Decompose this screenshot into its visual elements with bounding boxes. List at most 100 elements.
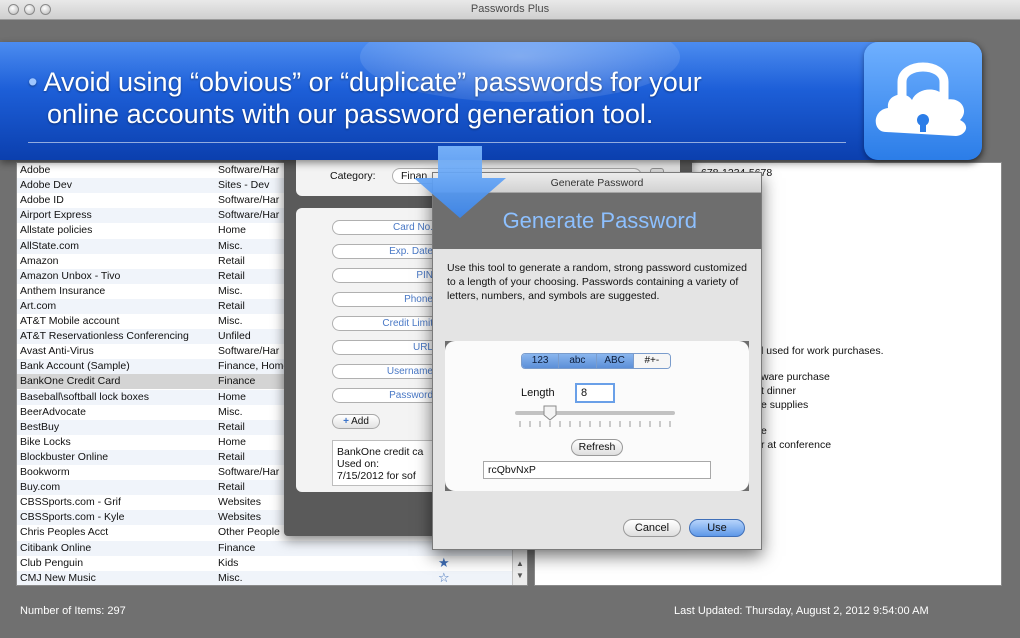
url-field[interactable]: URL [332,340,442,355]
banner-divider [28,142,846,143]
credit-limit-field[interactable]: Credit Limit [332,316,442,331]
generated-password-field[interactable]: rcQbvNxP [483,461,711,479]
list-item-category: Retail [218,481,245,494]
list-item-category: Home [218,224,247,237]
banner-line-2: online accounts with our password genera… [47,99,654,129]
list-item-name: CBSSports.com - Grif [20,496,121,509]
add-field-label: Add [351,416,369,427]
list-item-name: Citibank Online [20,541,92,554]
username-field[interactable]: Username [332,364,442,379]
list-item-name: Amazon [20,254,59,267]
category-label: Category: [330,170,376,182]
length-slider-track[interactable] [515,411,675,415]
list-item-name: Allstate policies [20,224,93,237]
list-item-category: Websites [218,496,261,509]
list-item-name: Blockbuster Online [20,450,109,463]
list-item-name: CBSSports.com - Kyle [20,511,125,524]
list-item-category: Retail [218,450,245,463]
length-slider-knob[interactable] [543,405,557,421]
window-titlebar: Passwords Plus [0,0,1020,20]
segment-numbers[interactable]: 123 [522,354,560,368]
list-item[interactable]: Club Penguin Kids ★ [17,555,513,571]
list-item-name: Bike Locks [20,435,71,448]
list-item-category: Finance, Home [218,360,288,373]
list-item-category: Websites [218,511,261,524]
list-item-name: Anthem Insurance [20,284,106,297]
detail-note-line: e supplies [761,399,809,411]
scroll-down-arrow-icon[interactable]: ▼ [516,571,524,580]
list-item-category: Finance [218,375,256,388]
password-field[interactable]: Password [332,388,442,403]
list-item-name: Baseball\softball lock boxes [20,390,149,403]
down-arrow-icon [414,146,506,218]
banner-line-1: Avoid using “obvious” or “duplicate” pas… [43,67,702,97]
list-item-category: Misc. [218,315,243,327]
promo-banner: • Avoid using “obvious” or “duplicate” pa… [0,42,982,160]
favorite-star-icon[interactable]: ☆ [438,570,450,585]
list-item-category: Software/Har [218,466,280,478]
plus-icon: + [343,416,349,427]
slider-ticks [519,421,671,427]
banner-text: • Avoid using “obvious” or “duplicate” pa… [28,66,848,130]
refresh-button[interactable]: Refresh [571,439,623,456]
list-item-name: Bookworm [20,466,70,478]
use-button[interactable]: Use [689,519,745,537]
list-item-name: Club Penguin [20,556,84,569]
list-item-name: Airport Express [20,209,92,222]
bullet-icon: • [28,67,38,97]
list-item-name: AT&T Reservationless Conferencing [20,330,189,343]
cloud-lock-icon [875,62,967,136]
list-item-name: Avast Anti-Virus [20,345,94,358]
favorite-star-icon[interactable]: ★ [438,555,450,570]
detail-note-line: l used for work purchases. [761,345,884,357]
list-item-category: Retail [218,299,245,312]
list-item-name: AllState.com [20,239,79,252]
exp-date-field[interactable]: Exp. Date [332,244,442,259]
list-item-name: BeerAdvocate [20,405,86,418]
list-item-category: Software/Har [218,164,280,176]
list-item-category: Misc. [218,284,243,297]
list-item-name: Art.com [20,299,57,312]
list-item-category: Finance [218,541,256,554]
segment-uppercase[interactable]: ABC [596,354,634,368]
list-item-category: Other People [218,526,280,539]
list-item-name: Adobe [20,164,51,176]
list-item-category: Misc. [218,571,243,584]
list-item[interactable]: CMJ New Music Misc. ☆ [17,570,513,585]
cancel-button[interactable]: Cancel [623,519,681,537]
scroll-up-arrow-icon[interactable]: ▲ [516,559,524,568]
length-label: Length [521,387,555,399]
length-input[interactable]: 8 [575,383,615,403]
phone-field[interactable]: Phone [332,292,442,307]
list-item-category: Software/Har [218,194,280,207]
list-item-name: CMJ New Music [20,571,96,584]
add-field-button[interactable]: + Add [332,414,380,429]
list-item-name: Amazon Unbox - Tivo [20,269,121,282]
character-set-segmented-control[interactable]: 123 abc ABC #+- [521,353,671,369]
list-item-category: Kids [218,556,239,569]
segment-symbols[interactable]: #+- [633,354,670,368]
detail-note-line: t dinner [761,385,797,397]
list-item-category: Retail [218,254,245,267]
pin-field[interactable]: PIN [332,268,442,283]
window-title: Passwords Plus [470,3,550,15]
list-item-category: Retail [218,269,245,282]
list-item-name: BankOne Credit Card [20,375,121,388]
dialog-options-backdrop: 123 abc ABC #+- Length 8 Refresh rcQbvNx… [445,341,749,491]
list-item-category: Sites - Dev [218,179,270,192]
list-item-category: Home [218,390,247,403]
detail-note-line: r at conference [761,439,832,451]
list-item-category: Home [218,435,247,448]
detail-note-line: ware purchase [761,371,830,383]
segment-lowercase[interactable]: abc [559,354,597,368]
last-updated-status: Last Updated: Thursday, August 2, 2012 9… [674,605,929,617]
dialog-description: Use this tool to generate a random, stro… [447,262,747,302]
card-number-field[interactable]: Card No. [332,220,442,235]
list-item-category: Misc. [218,239,243,252]
list-item-category: Software/Har [218,209,280,222]
list-item-name: Bank Account (Sample) [20,360,130,373]
dialog-options-panel: 123 abc ABC #+- Length 8 Refresh rcQbvNx… [445,341,749,491]
list-item-category: Retail [218,420,245,433]
list-item-category: Software/Har [218,345,280,358]
items-count-status: Number of Items: 297 [20,605,126,617]
